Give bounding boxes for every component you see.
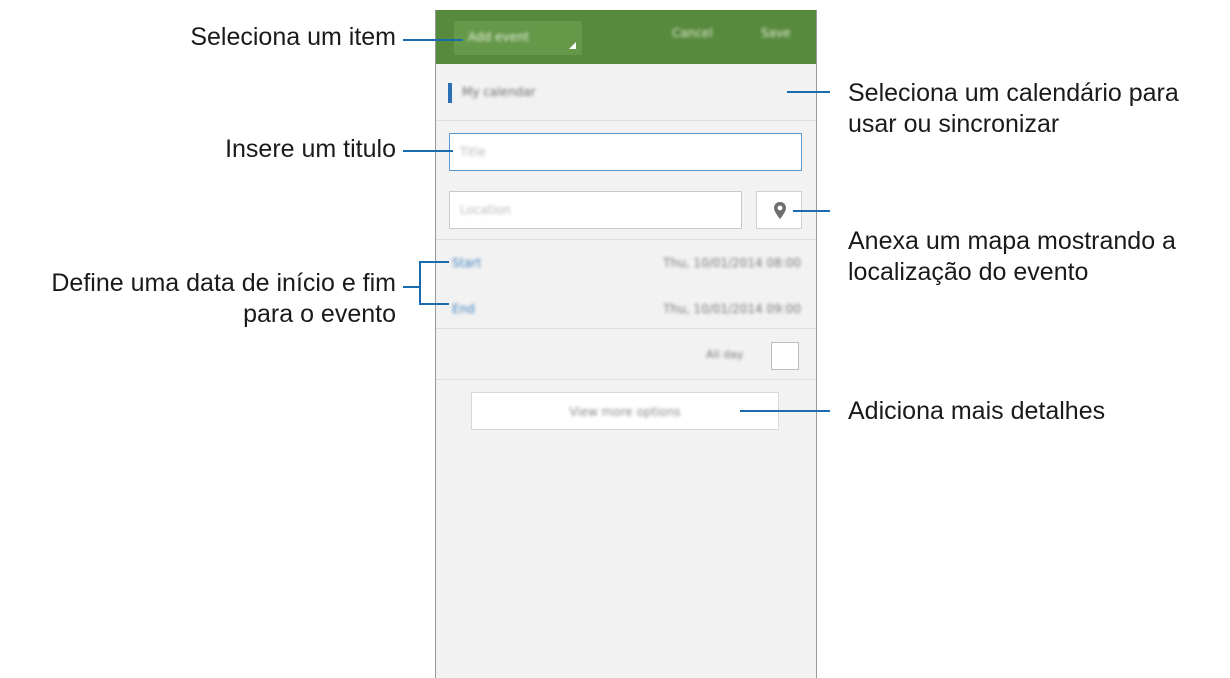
callout-bracket-date [419,261,421,305]
callout-insert-title: Insere um titulo [225,135,396,163]
event-type-spinner[interactable]: Add event [454,21,582,55]
calendar-color-indicator [448,83,452,103]
location-placeholder: Location [460,203,511,217]
callout-bracket-start [419,261,449,263]
start-datetime[interactable]: Thu, 10/01/2014 08:00 [556,256,801,270]
callout-calendar: Seleciona um calendário para usar ou sin… [848,79,1179,138]
phone-screen: Add event Cancel Save My calendar Title … [435,10,817,678]
event-type-label: Add event [468,30,530,44]
action-bar: Add event Cancel Save [436,10,816,64]
start-label: Start [452,256,482,270]
callout-line-calendar [787,91,830,93]
title-input[interactable]: Title [449,133,802,171]
title-placeholder: Title [460,145,486,159]
allday-checkbox[interactable] [771,342,799,370]
divider [436,379,816,380]
location-input[interactable]: Location [449,191,742,229]
callout-line-map [793,210,830,212]
view-more-options-label: View more options [569,405,681,419]
divider [436,239,816,240]
view-more-options-button[interactable]: View more options [471,392,779,430]
allday-label: All day [706,348,744,361]
end-label: End [452,302,475,316]
calendar-name: My calendar [462,85,536,99]
end-datetime[interactable]: Thu, 10/01/2014 09:00 [556,302,801,316]
calendar-selector[interactable]: My calendar [436,64,816,121]
callout-select-item: Seleciona um item [190,23,396,51]
divider [436,328,816,329]
callout-bracket-end [419,303,449,305]
callout-line-date [403,286,419,288]
spinner-caret-icon [569,42,576,49]
callout-date-range: Define uma data de início e fim para o e… [51,269,396,328]
save-button[interactable]: Save [761,26,790,40]
callout-line-insert-title [403,150,453,152]
callout-map: Anexa um mapa mostrando a localização do… [848,227,1176,286]
callout-details: Adiciona mais detalhes [848,397,1106,425]
callout-line-select-item [403,39,463,41]
callout-line-details [740,410,830,412]
cancel-button[interactable]: Cancel [672,26,713,40]
